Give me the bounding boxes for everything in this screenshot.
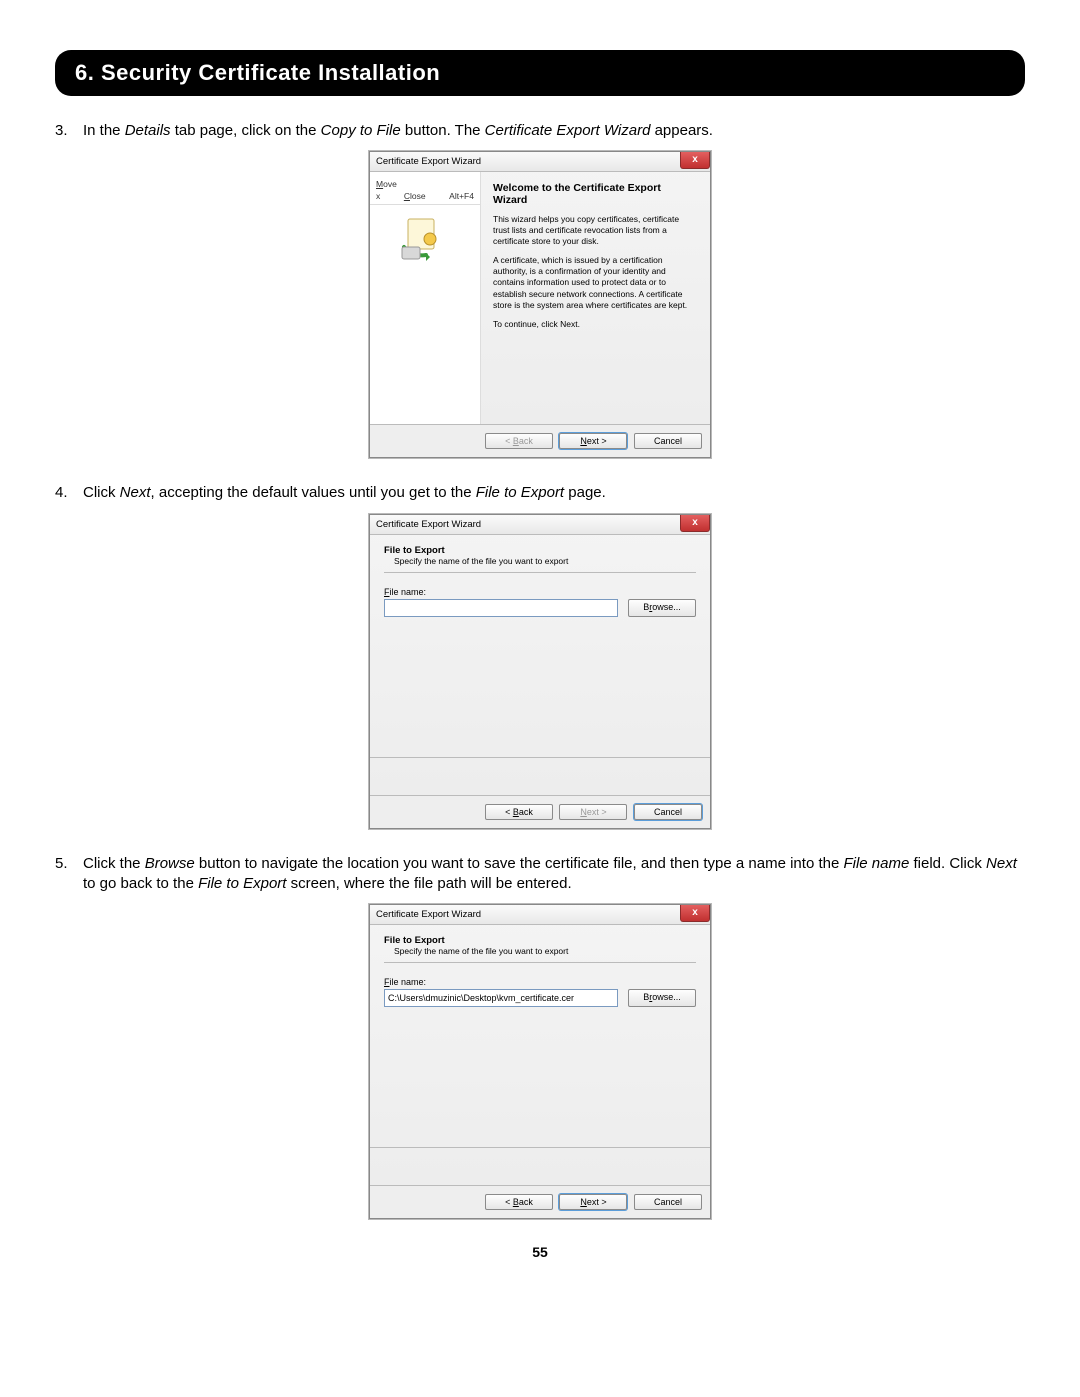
cancel-button[interactable]: Cancel [634, 1194, 702, 1210]
step-number: 5. [55, 854, 83, 895]
wizard-left-panel: Move x Close Alt+F4 [370, 172, 481, 424]
step-3: 3. In the Details tab page, click on the… [55, 121, 1025, 141]
system-menu: Move x Close Alt+F4 [370, 176, 480, 205]
dialog-title: Certificate Export Wizard [376, 156, 481, 167]
titlebar: Certificate Export Wizard x [370, 905, 710, 925]
browse-button[interactable]: Browse... [628, 989, 696, 1007]
menu-close[interactable]: Close [404, 191, 426, 201]
close-icon[interactable]: x [680, 905, 710, 922]
step-4: 4. Click Next, accepting the default val… [55, 483, 1025, 503]
step-text: Click Next, accepting the default values… [83, 483, 1025, 503]
step-text: In the Details tab page, click on the Co… [83, 121, 1025, 141]
step-number: 4. [55, 483, 83, 503]
file-name-input[interactable] [384, 599, 618, 617]
next-button[interactable]: Next > [559, 433, 627, 449]
back-button[interactable]: < Back [485, 1194, 553, 1210]
browse-button[interactable]: Browse... [628, 599, 696, 617]
close-icon[interactable]: x [680, 515, 710, 532]
wizard-file-export-filled: Certificate Export Wizard x File to Expo… [369, 904, 711, 1219]
file-name-label: File name: [384, 587, 696, 597]
menu-shortcut: Alt+F4 [449, 191, 474, 201]
file-name-input[interactable]: C:\Users\dmuzinic\Desktop\kvm_certificat… [384, 989, 618, 1007]
wizard-paragraph: To continue, click Next. [493, 319, 698, 330]
page-number: 55 [55, 1244, 1025, 1260]
cancel-button[interactable]: Cancel [634, 433, 702, 449]
titlebar: Certificate Export Wizard x [370, 515, 710, 535]
menu-x-glyph: x [376, 191, 380, 201]
back-button: < Back [485, 433, 553, 449]
panel-title: File to Export [384, 935, 696, 946]
panel-subtitle: Specify the name of the file you want to… [384, 946, 696, 956]
section-header: 6. Security Certificate Installation [55, 50, 1025, 96]
wizard-paragraph: A certificate, which is issued by a cert… [493, 255, 698, 310]
close-icon[interactable]: x [680, 152, 710, 169]
next-button[interactable]: Next > [559, 1194, 627, 1210]
dialog-title: Certificate Export Wizard [376, 519, 481, 530]
file-name-label: File name: [384, 977, 696, 987]
cancel-button[interactable]: Cancel [634, 804, 702, 820]
panel-title: File to Export [384, 545, 696, 556]
certificate-icon [400, 217, 450, 261]
titlebar: Certificate Export Wizard x [370, 152, 710, 172]
step-number: 3. [55, 121, 83, 141]
dialog-title: Certificate Export Wizard [376, 909, 481, 920]
next-button: Next > [559, 804, 627, 820]
step-text: Click the Browse button to navigate the … [83, 854, 1025, 895]
wizard-heading: Welcome to the Certificate Export Wizard [493, 182, 698, 206]
panel-subtitle: Specify the name of the file you want to… [384, 556, 696, 566]
wizard-paragraph: This wizard helps you copy certificates,… [493, 214, 698, 247]
wizard-welcome-dialog: Certificate Export Wizard x Move x Close… [369, 151, 711, 458]
wizard-file-export-empty: Certificate Export Wizard x File to Expo… [369, 514, 711, 829]
back-button[interactable]: < Back [485, 804, 553, 820]
menu-move[interactable]: Move [376, 179, 397, 189]
step-5: 5. Click the Browse button to navigate t… [55, 854, 1025, 895]
